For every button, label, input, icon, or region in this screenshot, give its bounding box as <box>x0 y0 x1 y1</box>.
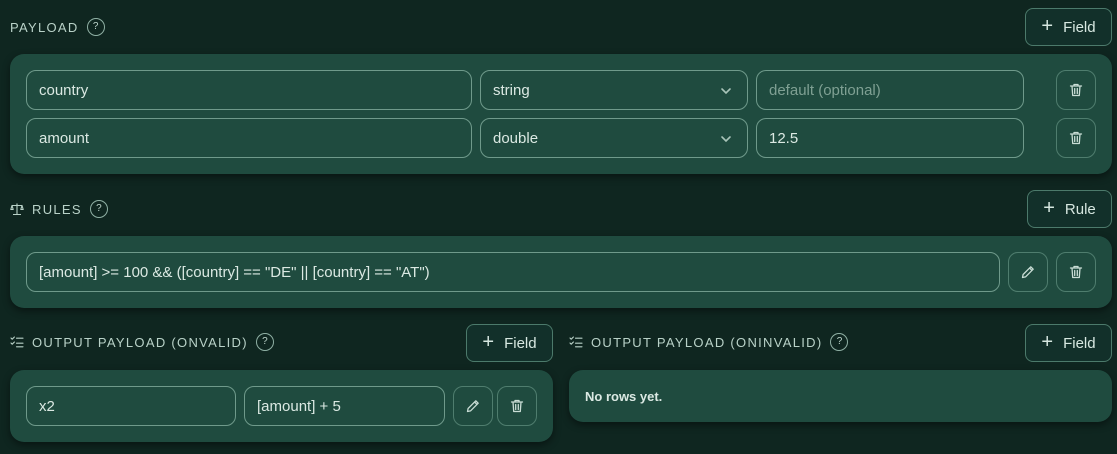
chevron-down-icon <box>721 136 731 143</box>
payload-field-type-value: double <box>493 129 539 147</box>
payload-section-title: PAYLOAD ? <box>10 15 105 39</box>
delete-output-valid-field-button[interactable] <box>497 386 537 426</box>
add-output-invalid-field-button[interactable]: + Field <box>1025 324 1112 362</box>
pencil-icon <box>466 400 479 413</box>
edit-output-valid-field-button[interactable] <box>453 386 493 426</box>
output-invalid-title-label: OUTPUT PAYLOAD (ONINVALID) <box>591 334 823 350</box>
output-valid-title-label: OUTPUT PAYLOAD (ONVALID) <box>32 334 248 350</box>
output-valid-field-expression-input[interactable] <box>244 386 445 426</box>
trash-icon <box>1069 131 1083 145</box>
output-invalid-card: No rows yet. <box>569 370 1112 422</box>
payload-field-type-select[interactable]: double <box>480 118 748 158</box>
add-output-valid-field-button[interactable]: + Field <box>466 324 553 362</box>
add-output-valid-field-label: Field <box>504 334 537 352</box>
payload-card: string double <box>10 54 1112 174</box>
output-valid-section-title: OUTPUT PAYLOAD (ONVALID) ? <box>10 330 274 354</box>
trash-icon <box>1069 265 1083 279</box>
checklist-icon <box>10 335 24 349</box>
delete-payload-field-button[interactable] <box>1056 70 1096 110</box>
empty-state-text: No rows yet. <box>585 389 663 404</box>
add-output-invalid-field-label: Field <box>1063 334 1096 352</box>
trash-icon <box>1069 83 1083 97</box>
add-rule-button[interactable]: + Rule <box>1027 190 1112 228</box>
payload-field-type-select[interactable]: string <box>480 70 748 110</box>
pencil-icon <box>1021 266 1034 279</box>
payload-field-default-input[interactable] <box>756 118 1024 158</box>
add-payload-field-button[interactable]: + Field <box>1025 8 1112 46</box>
add-rule-label: Rule <box>1064 200 1096 218</box>
payload-help-icon[interactable]: ? <box>86 18 105 36</box>
plus-icon: + <box>1041 331 1054 353</box>
rules-title-label: RULES <box>32 201 82 217</box>
chevron-down-icon <box>721 88 731 95</box>
payload-field-name-input[interactable] <box>26 118 472 158</box>
payload-field-default-input[interactable] <box>756 70 1024 110</box>
rules-help-icon[interactable]: ? <box>89 200 108 218</box>
output-valid-card <box>10 370 553 442</box>
scale-icon <box>10 202 24 216</box>
checklist-icon <box>569 335 583 349</box>
delete-rule-button[interactable] <box>1056 252 1096 292</box>
output-invalid-help-icon[interactable]: ? <box>830 333 849 351</box>
payload-field-type-value: string <box>493 81 530 99</box>
output-invalid-section-title: OUTPUT PAYLOAD (ONINVALID) ? <box>569 330 849 354</box>
plus-icon: + <box>482 331 495 353</box>
add-payload-field-label: Field <box>1063 18 1096 36</box>
plus-icon: + <box>1041 15 1054 37</box>
output-valid-help-icon[interactable]: ? <box>255 333 274 351</box>
rules-card <box>10 236 1112 308</box>
edit-rule-button[interactable] <box>1008 252 1048 292</box>
output-valid-field-name-input[interactable] <box>26 386 236 426</box>
rules-section-title: RULES ? <box>10 197 108 221</box>
rule-expression-input[interactable] <box>26 252 1000 292</box>
delete-payload-field-button[interactable] <box>1056 118 1096 158</box>
payload-field-name-input[interactable] <box>26 70 472 110</box>
payload-title-label: PAYLOAD <box>10 19 79 35</box>
trash-icon <box>510 399 524 413</box>
plus-icon: + <box>1043 197 1055 219</box>
